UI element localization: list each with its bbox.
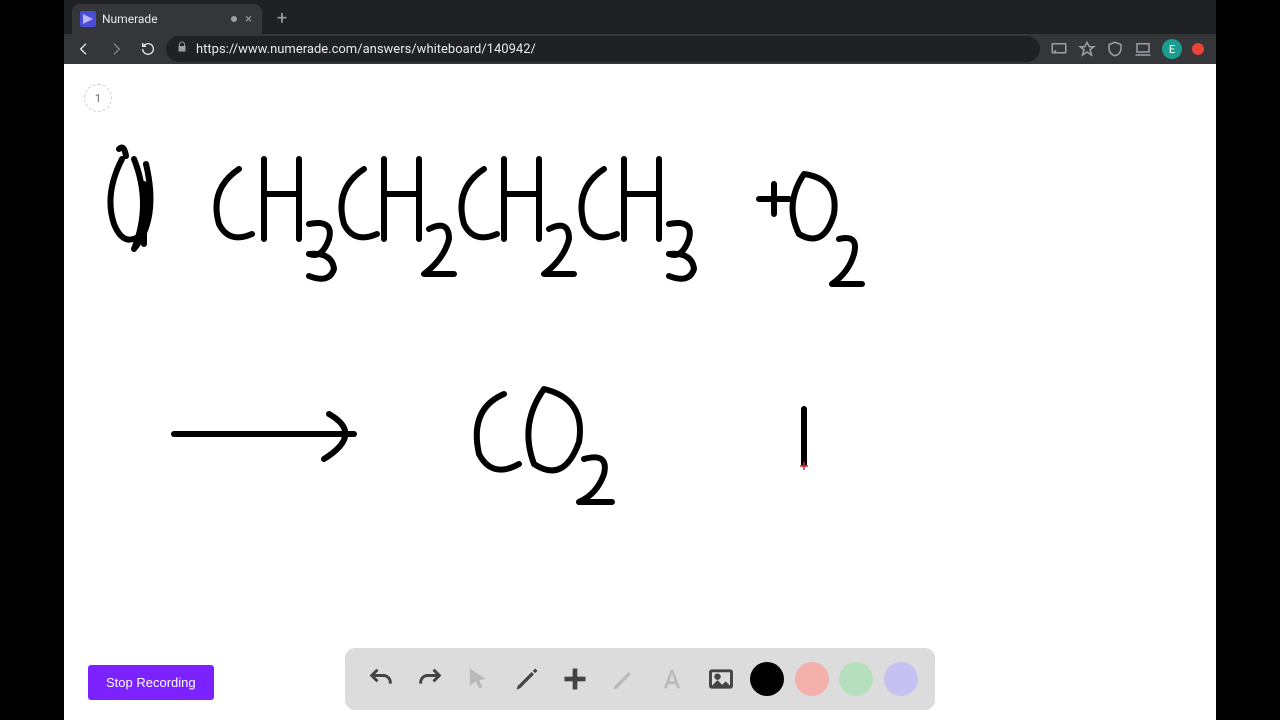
undo-button[interactable] [362,660,400,698]
text-tool-button[interactable] [653,660,691,698]
handwriting-layer [64,64,1216,624]
address-bar: https://www.numerade.com/answers/whitebo… [64,34,1216,64]
color-purple-swatch[interactable] [884,662,918,696]
tab-favicon [80,11,96,27]
whiteboard-canvas[interactable]: 1 [64,64,1216,720]
color-red-swatch[interactable] [795,662,829,696]
devices-icon[interactable] [1134,40,1152,58]
toolbar-right-icons: E [1044,39,1210,59]
tab-strip: Numerade × + [64,0,1216,34]
redo-button[interactable] [411,660,449,698]
url-bar[interactable]: https://www.numerade.com/answers/whitebo… [166,36,1040,62]
tab-close-icon[interactable]: × [243,13,254,26]
browser-window: Numerade × + https://www.numerade.com/an… [64,0,1216,720]
forward-button[interactable] [102,35,130,63]
pointer-tool-button[interactable] [459,660,497,698]
tab-recording-dot-icon [231,16,237,22]
browser-tab[interactable]: Numerade × [72,4,262,34]
color-black-swatch[interactable] [750,662,784,696]
cast-icon[interactable] [1050,40,1068,58]
pen-tool-button[interactable] [508,660,546,698]
lock-icon [176,41,188,57]
bookmark-star-icon[interactable] [1078,40,1096,58]
back-button[interactable] [70,35,98,63]
image-tool-button[interactable] [702,660,740,698]
profile-avatar[interactable]: E [1162,39,1182,59]
url-text: https://www.numerade.com/answers/whitebo… [196,42,536,57]
eraser-tool-button[interactable] [605,660,643,698]
reload-button[interactable] [134,35,162,63]
new-tab-button[interactable]: + [268,4,296,32]
add-shape-button[interactable] [556,660,594,698]
color-green-swatch[interactable] [839,662,873,696]
shield-icon[interactable] [1106,40,1124,58]
recording-indicator-icon [1192,43,1204,55]
whiteboard-toolbar [345,648,935,710]
stop-recording-button[interactable]: Stop Recording [88,665,214,700]
tab-title: Numerade [102,12,225,26]
